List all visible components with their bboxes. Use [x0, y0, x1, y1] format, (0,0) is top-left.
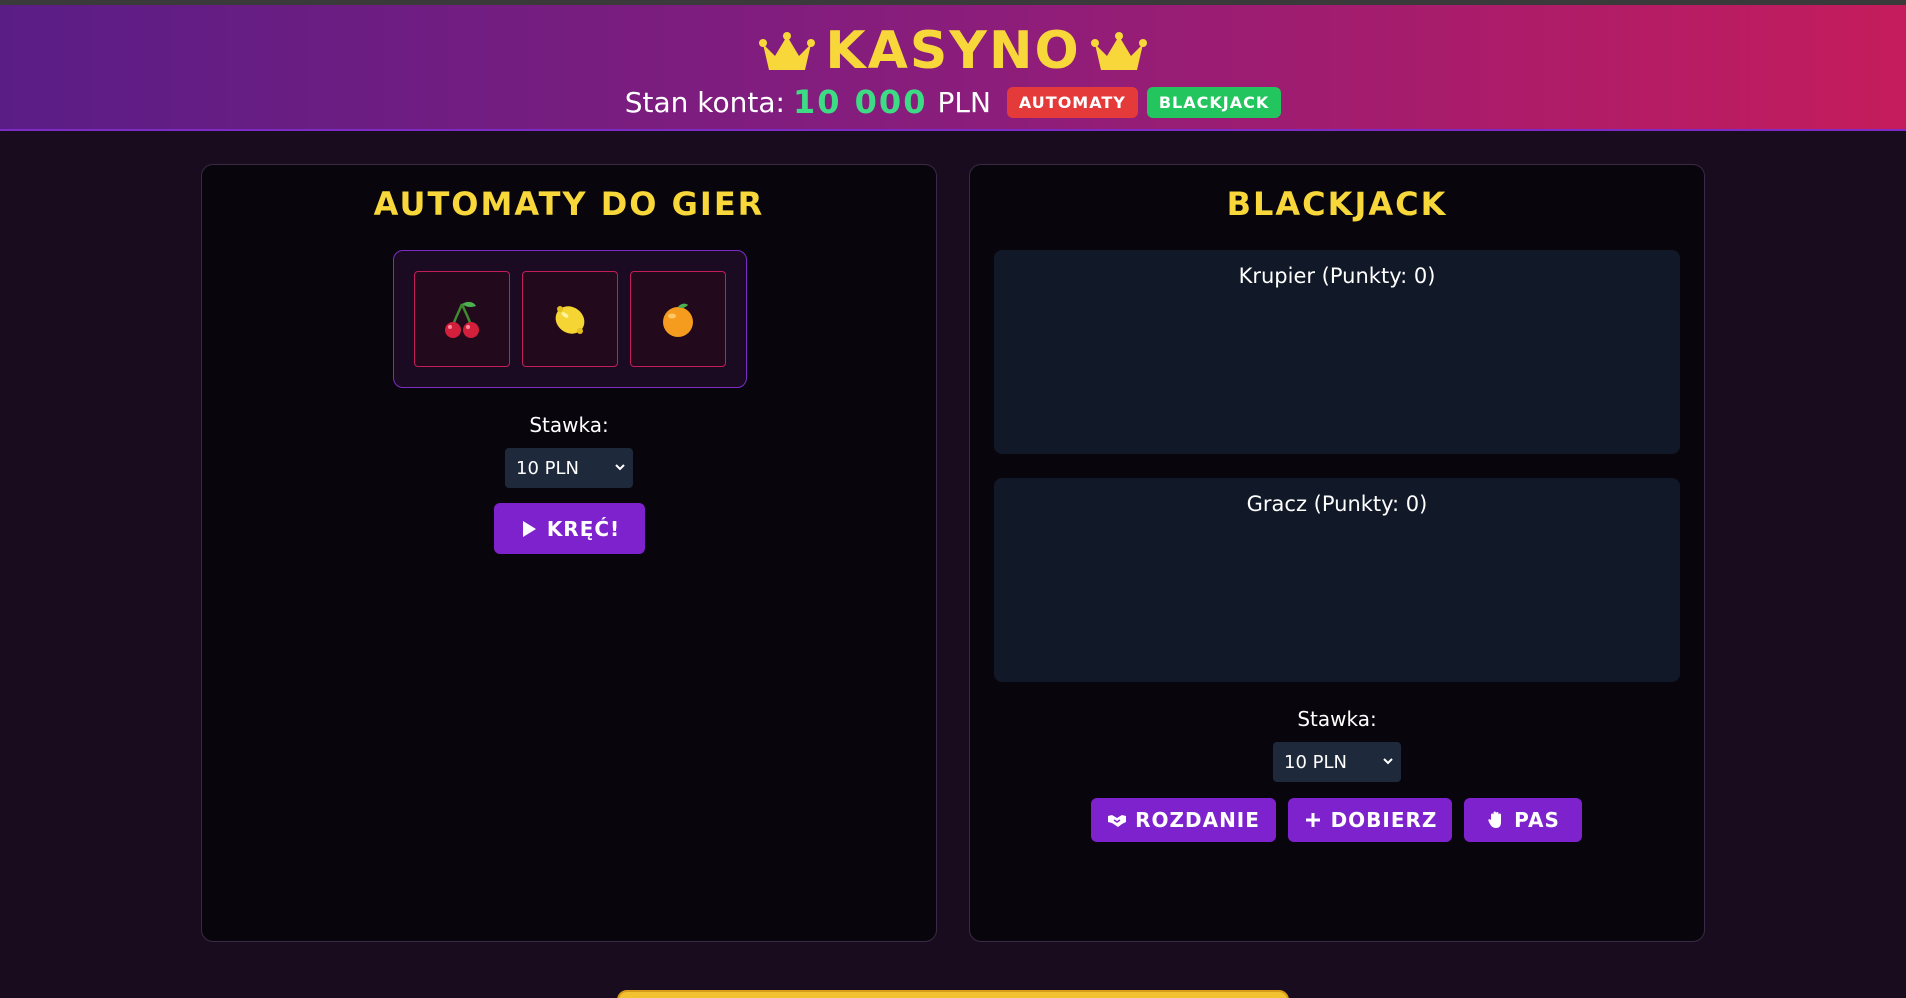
blackjack-stake-value: 10 PLN — [1284, 751, 1347, 773]
slot-reel — [522, 271, 618, 367]
deal-button[interactable]: ROZDANIE — [1091, 798, 1276, 842]
cherry-icon — [445, 301, 479, 338]
blackjack-stake-label: Stawka: — [1297, 707, 1377, 731]
balance-currency: PLN — [937, 85, 991, 119]
crown-icon — [1090, 32, 1147, 70]
deal-label: ROZDANIE — [1135, 808, 1260, 832]
dealer-hand: Krupier (Punkty: 0) — [994, 250, 1680, 454]
slots-panel: AUTOMATY DO GIER Stawka: 10 PLN KRĘĆ! — [201, 164, 937, 942]
page-title: KASYNO — [0, 19, 1906, 83]
spin-button[interactable]: KRĘĆ! — [494, 503, 645, 554]
chevron-down-icon — [615, 464, 625, 471]
bottom-banner — [617, 990, 1289, 998]
casino-header: KASYNO Stan konta: 10 000 PLN AUTOMATY B… — [0, 5, 1906, 131]
blackjack-panel: BLACKJACK Krupier (Punkty: 0) Gracz (Pun… — [969, 164, 1705, 942]
balance-label: Stan konta: — [624, 85, 785, 119]
slot-reels — [393, 250, 747, 388]
balance-row: Stan konta: 10 000 PLN AUTOMATY BLACKJAC… — [0, 83, 1906, 121]
player-score-label: Gracz (Punkty: 0) — [1246, 492, 1428, 516]
hand-icon — [1488, 811, 1502, 828]
spin-label: KRĘĆ! — [546, 516, 621, 541]
stand-label: PAS — [1514, 808, 1560, 832]
slots-stake-value: 10 PLN — [516, 457, 579, 479]
lemon-icon — [555, 306, 585, 334]
chevron-down-icon — [1383, 758, 1393, 765]
hit-button[interactable]: DOBIERZ — [1288, 798, 1452, 842]
blackjack-title: BLACKJACK — [1226, 185, 1448, 223]
plus-icon — [1305, 813, 1320, 827]
slot-reel — [414, 271, 510, 367]
badge-blackjack[interactable]: BLACKJACK — [1146, 86, 1282, 118]
handshake-icon — [1108, 815, 1127, 827]
stand-button[interactable]: PAS — [1464, 798, 1582, 842]
blackjack-stake-select[interactable]: 10 PLN — [1273, 742, 1401, 782]
play-icon — [522, 520, 536, 537]
dealer-score-label: Krupier (Punkty: 0) — [1238, 264, 1436, 288]
badge-automaty[interactable]: AUTOMATY — [1006, 86, 1138, 118]
crown-icon — [759, 32, 816, 70]
orange-icon — [663, 303, 693, 337]
player-hand: Gracz (Punkty: 0) — [994, 478, 1680, 682]
hit-label: DOBIERZ — [1330, 808, 1438, 832]
slots-stake-label: Stawka: — [529, 413, 609, 437]
slots-title: AUTOMATY DO GIER — [373, 185, 765, 223]
slot-reel — [630, 271, 726, 367]
slots-stake-select[interactable]: 10 PLN — [505, 448, 633, 488]
balance-value: 10 000 — [792, 83, 928, 121]
title-text: KASYNO — [825, 21, 1081, 81]
